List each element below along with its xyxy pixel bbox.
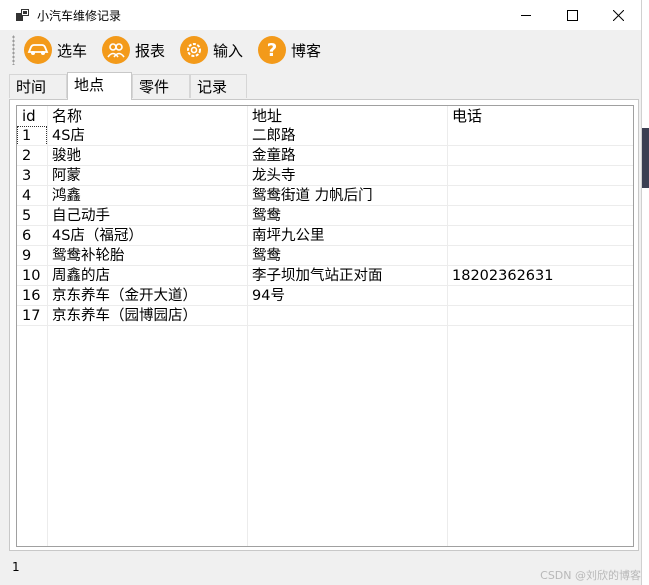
table-row[interactable]: 3 阿蒙 龙头寺 — [17, 166, 633, 186]
cell-phone — [447, 186, 633, 206]
tab-location[interactable]: 地点 — [67, 72, 132, 100]
table-row[interactable]: 4 鸿鑫 鸳鸯街道 力帆后门 — [17, 186, 633, 206]
window-title: 小汽车维修记录 — [37, 9, 122, 23]
cell-address: 鸳鸯 — [252, 208, 281, 224]
cell-address: 94号 — [252, 288, 285, 304]
cell-phone — [447, 246, 633, 266]
cell-phone — [447, 286, 633, 306]
cell-address: 金童路 — [252, 148, 296, 164]
maximize-button[interactable] — [549, 0, 595, 30]
blog-label: 博客 — [291, 41, 322, 60]
cell-name: 鸿鑫 — [52, 188, 81, 204]
cell-name: 4S店（福冠） — [52, 228, 143, 244]
cell-address: 李子坝加气站正对面 — [252, 268, 383, 284]
locations-list-view[interactable]: id 名称 地址 电话 1 4S店 二郎路 2 骏驰 金童路 3 阿蒙 龙头寺 … — [16, 105, 634, 547]
main-window: 小汽车维修记录 选车 报表 输入 ? 博客 时间 地点 零件 记录 id 名称 … — [0, 0, 642, 585]
cell-name: 阿蒙 — [52, 168, 81, 184]
table-row[interactable]: 10 周鑫的店 李子坝加气站正对面 18202362631 — [17, 266, 633, 286]
cell-id: 10 — [22, 268, 41, 284]
table-row[interactable]: 2 骏驰 金童路 — [17, 146, 633, 166]
cell-address: 鸳鸯 — [252, 248, 281, 264]
table-row[interactable]: 6 4S店（福冠） 南坪九公里 — [17, 226, 633, 246]
cell-id: 9 — [22, 248, 32, 264]
toolbar-grip[interactable] — [12, 35, 15, 65]
tab-parts[interactable]: 零件 — [132, 74, 190, 98]
cell-name: 4S店 — [52, 128, 85, 144]
cell-phone — [447, 146, 633, 166]
minimize-icon — [520, 14, 531, 16]
app-icon — [16, 9, 29, 21]
cell-address: 鸳鸯街道 力帆后门 — [252, 188, 373, 204]
title-bar: 小汽车维修记录 — [0, 0, 641, 30]
watermark: CSDN @刘欣的博客 — [540, 569, 641, 582]
group-icon — [102, 36, 130, 64]
column-header-name[interactable]: 名称 — [47, 106, 247, 126]
cell-id: 4 — [22, 188, 32, 204]
table-row[interactable]: 9 鸳鸯补轮胎 鸳鸯 — [17, 246, 633, 266]
column-header-phone[interactable]: 电话 — [447, 106, 633, 126]
cell-name: 鸳鸯补轮胎 — [52, 248, 125, 264]
minimize-button[interactable] — [503, 0, 549, 30]
tab-records[interactable]: 记录 — [190, 74, 247, 98]
cell-address: 南坪九公里 — [252, 228, 325, 244]
close-icon — [612, 9, 624, 21]
cell-phone — [447, 166, 633, 186]
cell-address: 龙头寺 — [252, 168, 296, 184]
column-header-address[interactable]: 地址 — [247, 106, 447, 126]
column-header-id[interactable]: id — [17, 106, 47, 126]
tab-panel-location: id 名称 地址 电话 1 4S店 二郎路 2 骏驰 金童路 3 阿蒙 龙头寺 … — [9, 99, 639, 551]
help-icon: ? — [258, 36, 286, 64]
table-row[interactable]: 16 京东养车（金开大道） 94号 — [17, 286, 633, 306]
cell-phone — [447, 226, 633, 246]
cell-id: 1 — [17, 126, 47, 146]
report-label: 报表 — [135, 41, 166, 60]
cell-name: 京东养车（园博园店） — [52, 308, 197, 324]
cell-id: 3 — [22, 168, 32, 184]
cell-id: 5 — [22, 208, 32, 224]
table-row[interactable]: 5 自己动手 鸳鸯 — [17, 206, 633, 226]
list-header: id 名称 地址 电话 — [17, 106, 633, 126]
input-button[interactable]: 输入 — [180, 33, 243, 67]
status-text: 1 — [12, 560, 20, 574]
toolbar: 选车 报表 输入 ? 博客 — [0, 30, 641, 70]
report-button[interactable]: 报表 — [102, 33, 165, 67]
cell-name: 京东养车（金开大道） — [52, 288, 197, 304]
car-icon — [24, 36, 52, 64]
background-strip — [641, 0, 649, 585]
gear-icon — [180, 36, 208, 64]
maximize-icon — [566, 9, 578, 21]
cell-phone — [447, 126, 633, 146]
cell-name: 骏驰 — [52, 148, 81, 164]
cell-name: 自己动手 — [52, 208, 110, 224]
cell-address — [247, 306, 447, 326]
table-row[interactable]: 17 京东养车（园博园店） — [17, 306, 633, 326]
tab-time[interactable]: 时间 — [9, 74, 67, 98]
select-car-label: 选车 — [57, 41, 88, 60]
cell-address: 二郎路 — [252, 128, 296, 144]
cell-phone — [447, 306, 633, 326]
cell-id: 17 — [22, 308, 41, 324]
cell-id: 16 — [22, 288, 41, 304]
select-car-button[interactable]: 选车 — [24, 33, 87, 67]
cell-phone: 18202362631 — [452, 268, 554, 284]
cell-id: 6 — [22, 228, 32, 244]
cell-phone — [447, 206, 633, 226]
blog-button[interactable]: ? 博客 — [258, 33, 321, 67]
cell-name: 周鑫的店 — [52, 268, 110, 284]
table-row[interactable]: 1 4S店 二郎路 — [17, 126, 633, 146]
close-button[interactable] — [595, 0, 641, 30]
cell-id: 2 — [22, 148, 32, 164]
tab-strip: 时间 地点 零件 记录 — [9, 72, 639, 100]
input-label: 输入 — [213, 41, 244, 60]
